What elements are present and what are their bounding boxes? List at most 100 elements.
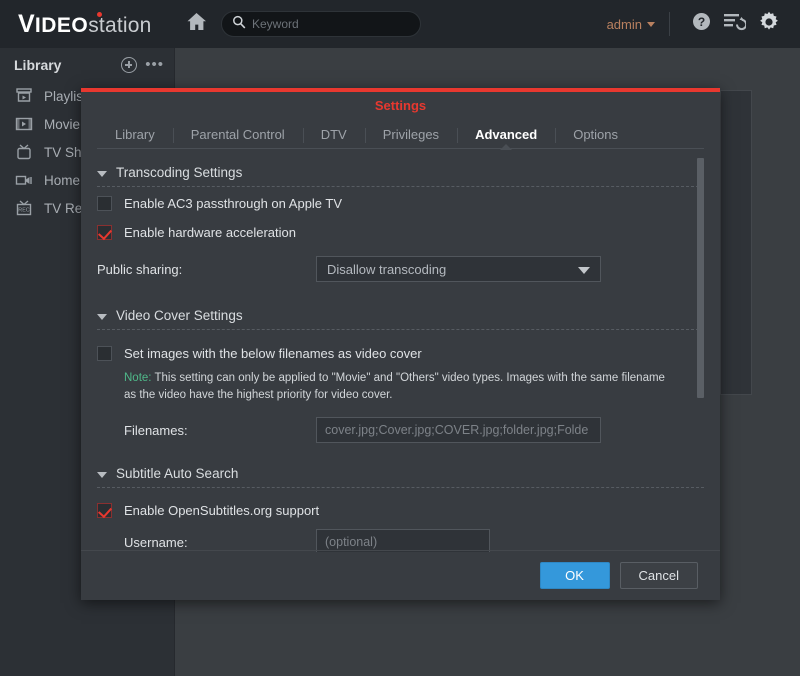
tab-advanced[interactable]: Advanced	[457, 127, 555, 150]
activity-log-button[interactable]	[718, 0, 752, 48]
public-sharing-label: Public sharing:	[97, 261, 183, 277]
row-public-sharing: Public sharing: Disallow transcoding	[97, 247, 704, 289]
checkbox-opensubtitles[interactable]	[97, 503, 112, 518]
row-opensubtitles: Enable OpenSubtitles.org support	[97, 490, 704, 525]
film-icon	[14, 115, 33, 134]
section-divider	[97, 487, 704, 488]
top-bar: VIDEOstation Keyword admin ?	[0, 0, 800, 48]
row-filenames: Filenames: cover.jpg;Cover.jpg;COVER.jpg…	[97, 404, 704, 450]
public-sharing-select[interactable]: Disallow transcoding	[316, 256, 601, 282]
chevron-down-icon	[97, 170, 107, 177]
ok-button-label: OK	[565, 568, 584, 583]
checkbox-label: Enable hardware acceleration	[124, 225, 296, 240]
background-panel	[720, 90, 752, 395]
tab-label: Options	[573, 127, 619, 142]
active-tab-notch	[500, 144, 513, 150]
tv-icon	[14, 143, 33, 162]
dialog-title: Settings	[374, 98, 427, 113]
select-value: Disallow transcoding	[327, 261, 447, 277]
playlist-icon	[14, 87, 33, 106]
filenames-label: Filenames:	[124, 422, 188, 438]
top-bar-right: admin ?	[607, 0, 800, 48]
tab-label: Advanced	[475, 127, 538, 142]
cancel-button[interactable]: Cancel	[619, 562, 698, 589]
settings-scroll-area: Transcoding Settings Enable AC3 passthro…	[97, 153, 704, 552]
filenames-input[interactable]: cover.jpg;Cover.jpg;COVER.jpg;folder.jpg…	[316, 417, 601, 443]
tv-record-icon: REC	[14, 199, 33, 218]
settings-gear-button[interactable]	[752, 0, 786, 48]
search-placeholder: Keyword	[252, 17, 299, 31]
section-divider	[97, 186, 704, 187]
logo-v-letter: V	[18, 9, 35, 38]
search-input[interactable]: Keyword	[221, 11, 421, 37]
ok-button[interactable]: OK	[539, 562, 610, 589]
dialog-tabs: Library Parental Control DTV Privileges …	[81, 119, 720, 150]
row-hardware-acceleration: Enable hardware acceleration	[97, 218, 704, 247]
help-button[interactable]: ?	[684, 0, 718, 48]
vertical-scrollbar-thumb[interactable]	[697, 158, 704, 398]
home-icon	[186, 12, 207, 36]
tab-library[interactable]: Library	[97, 127, 173, 149]
settings-dialog: Settings Library Parental Control DTV Pr…	[81, 88, 720, 600]
chevron-down-icon	[578, 267, 590, 274]
username-placeholder: (optional)	[325, 535, 378, 549]
logo-ideo-text: IDEO	[34, 13, 89, 37]
svg-text:?: ?	[697, 15, 704, 29]
chevron-down-icon	[647, 21, 655, 27]
row-ac3-passthrough: Enable AC3 passthrough on Apple TV	[97, 189, 704, 218]
section-divider	[97, 329, 704, 330]
sidebar-library-title: Library	[14, 57, 62, 73]
cancel-button-label: Cancel	[638, 568, 679, 583]
app-logo[interactable]: VIDEOstation	[0, 0, 175, 48]
videostation-app: VIDEOstation Keyword admin ? Library •••…	[0, 0, 800, 676]
section-header-transcoding[interactable]: Transcoding Settings	[97, 153, 704, 186]
sidebar-item-label: Movie	[44, 116, 81, 132]
tab-label: Library	[115, 127, 155, 142]
username-label: Username:	[124, 534, 188, 550]
checkbox-label: Enable OpenSubtitles.org support	[124, 503, 320, 518]
chevron-down-icon	[97, 471, 107, 478]
user-menu-button[interactable]: admin	[607, 17, 655, 32]
tab-dtv[interactable]: DTV	[302, 127, 365, 149]
checkbox-set-images-cover[interactable]	[97, 346, 112, 361]
activity-log-icon	[724, 13, 748, 36]
row-username: Username: (optional)	[97, 525, 704, 552]
user-menu-label: admin	[606, 16, 642, 32]
note-tag: Note:	[124, 372, 152, 384]
logo-station-text: station	[88, 13, 152, 37]
checkbox-hardware-acceleration[interactable]	[97, 225, 112, 240]
logo-dot-icon	[97, 12, 102, 17]
section-title: Transcoding Settings	[116, 165, 243, 180]
checkbox-ac3-passthrough[interactable]	[97, 196, 112, 211]
chevron-down-icon	[97, 313, 107, 320]
svg-text:REC: REC	[18, 208, 29, 214]
settings-gear-icon	[758, 11, 780, 38]
note-text: This setting can only be applied to "Mov…	[124, 372, 665, 401]
dialog-body: Transcoding Settings Enable AC3 passthro…	[81, 153, 720, 552]
help-icon: ?	[692, 12, 711, 36]
tab-options[interactable]: Options	[555, 127, 636, 149]
tab-parental-control[interactable]: Parental Control	[172, 127, 303, 149]
checkbox-label: Set images with the below filenames as v…	[124, 346, 422, 361]
ellipsis-icon[interactable]: •••	[145, 57, 164, 72]
filenames-value: cover.jpg;Cover.jpg;COVER.jpg;folder.jpg…	[325, 423, 589, 437]
toolbar-divider	[669, 12, 670, 36]
section-header-subtitle[interactable]: Subtitle Auto Search	[97, 450, 704, 487]
tab-label: DTV	[320, 127, 347, 142]
camcorder-icon	[14, 171, 33, 190]
plus-circle-icon[interactable]	[121, 57, 138, 73]
sidebar-library-header: Library •••	[0, 48, 174, 82]
section-title: Video Cover Settings	[116, 308, 243, 323]
tab-label: Privileges	[382, 127, 440, 142]
username-input[interactable]: (optional)	[316, 529, 490, 552]
dialog-footer: OK Cancel	[81, 550, 720, 600]
search-icon	[232, 15, 246, 34]
row-set-images-cover: Set images with the below filenames as v…	[97, 332, 704, 368]
section-header-video-cover[interactable]: Video Cover Settings	[97, 289, 704, 329]
tab-privileges[interactable]: Privileges	[364, 127, 457, 149]
video-cover-note: Note: This setting can only be applied t…	[97, 368, 680, 404]
section-title: Subtitle Auto Search	[116, 466, 239, 481]
tab-label: Parental Control	[190, 127, 285, 142]
home-button[interactable]	[175, 0, 217, 48]
checkbox-label: Enable AC3 passthrough on Apple TV	[124, 196, 343, 211]
